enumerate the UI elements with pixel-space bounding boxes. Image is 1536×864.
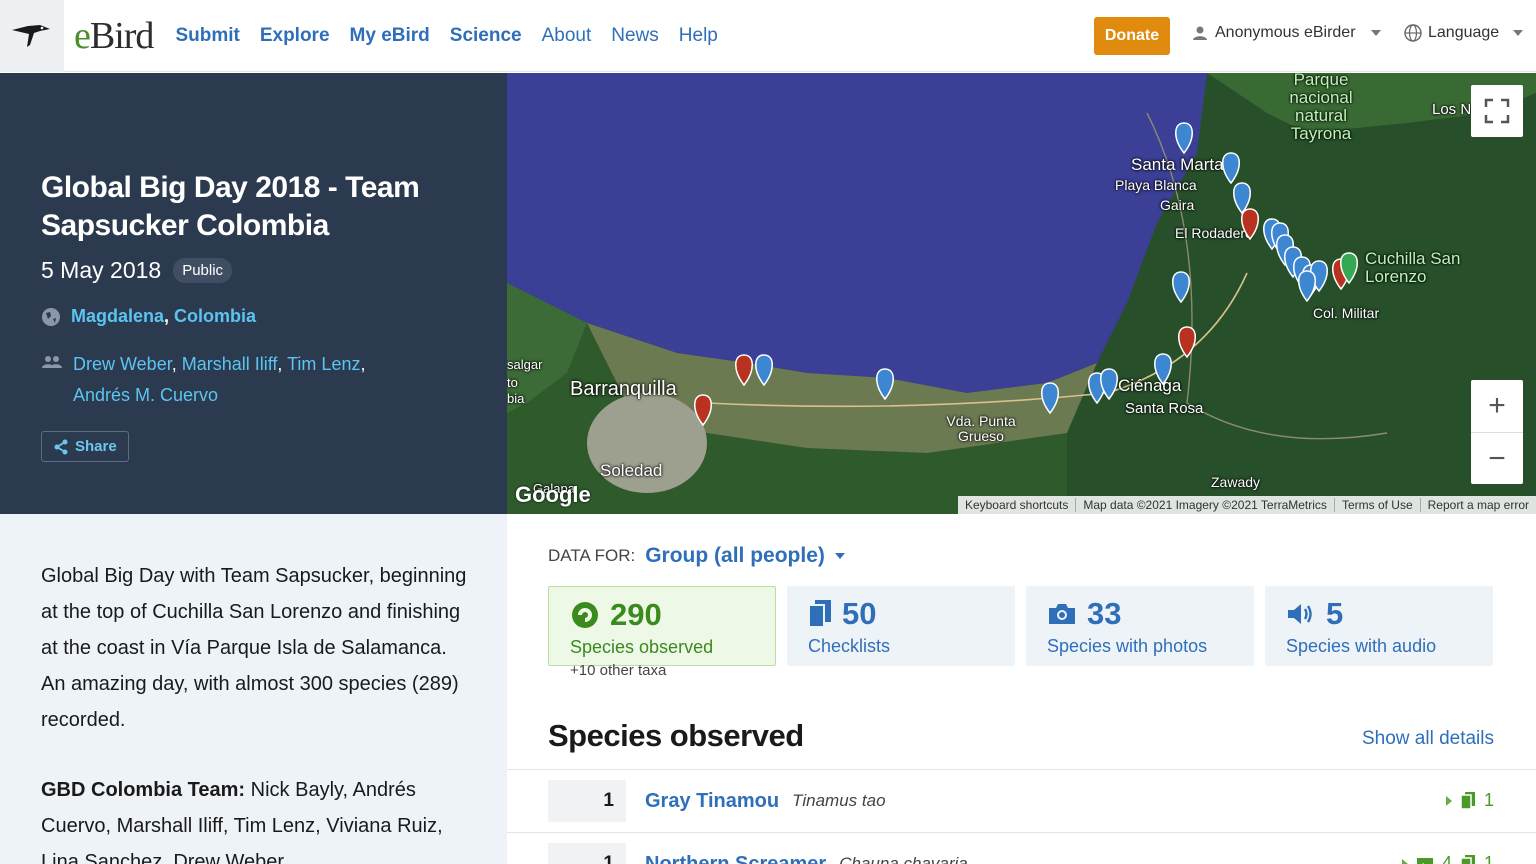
data-for-label: DATA FOR: [548, 546, 636, 565]
team-text: GBD Colombia Team: Nick Bayly, Andrés Cu… [41, 779, 443, 864]
terms-of-use-link[interactable]: Terms of Use [1335, 498, 1421, 512]
globe-icon [1404, 24, 1422, 42]
people-icon [42, 356, 62, 368]
nav-news[interactable]: News [611, 25, 659, 47]
main-nav: Submit Explore My eBird Science About Ne… [165, 25, 727, 47]
checklist-icon [808, 600, 831, 628]
google-logo: Google [515, 482, 591, 507]
checklist-count: 1 [1483, 853, 1494, 864]
donate-button[interactable]: Donate [1094, 17, 1170, 55]
language-label: Language [1428, 24, 1500, 41]
species-count: 1 [548, 843, 626, 864]
checklist-icon [1460, 854, 1475, 864]
description-text: Global Big Day with Team Sapsucker, begi… [41, 565, 467, 731]
participant-link[interactable]: Marshall Iliff [182, 354, 278, 374]
species-common-name[interactable]: Gray Tinamou [645, 790, 779, 813]
expand-icon[interactable] [1445, 795, 1452, 806]
nav-science[interactable]: Science [450, 25, 522, 47]
section-title: Species observed [548, 718, 804, 753]
nav-submit[interactable]: Submit [175, 25, 239, 47]
minus-icon: − [1488, 441, 1506, 475]
stat-species-with-photos[interactable]: 33 Species with photos [1026, 586, 1254, 666]
stat-checklists[interactable]: 50 Checklists [787, 586, 1015, 666]
chevron-down-icon [1370, 30, 1381, 36]
audio-icon [1288, 604, 1312, 624]
stats-tabs: 290 Species observed +10 other taxa 50 C… [548, 586, 1493, 679]
map-markers [694, 122, 1358, 426]
trip-description: Global Big Day with Team Sapsucker, begi… [0, 514, 507, 864]
species-row[interactable]: 1 Northern Screamer Chauna chavaria 4 1 [507, 833, 1536, 864]
map-attribution: Keyboard shortcuts Map data ©2021 Imager… [957, 496, 1536, 514]
species-scientific-name: Tinamus tao [792, 791, 886, 810]
location-region-link[interactable]: Magdalena [71, 306, 164, 326]
photo-icon [1416, 857, 1433, 864]
zoom-in-button[interactable]: + [1471, 380, 1523, 432]
photo-count: 4 [1441, 853, 1452, 864]
data-for-dropdown[interactable]: Group (all people) [645, 544, 825, 568]
nav-about[interactable]: About [542, 25, 592, 47]
user-icon [1193, 26, 1207, 40]
share-icon [54, 439, 68, 454]
location-country-link[interactable]: Colombia [174, 306, 256, 326]
species-icon [572, 602, 598, 628]
participants: Drew Weber, Marshall Iliff, Tim Lenz, An… [41, 349, 467, 411]
ebird-logo-icon[interactable] [0, 0, 64, 72]
share-button[interactable]: Share [41, 431, 129, 462]
user-name: Anonymous eBirder [1215, 24, 1356, 41]
user-menu[interactable]: Anonymous eBirder [1192, 24, 1381, 42]
zoom-out-button[interactable]: − [1471, 432, 1523, 484]
language-menu[interactable]: Language [1404, 24, 1524, 42]
page-title: Global Big Day 2018 - Team Sapsucker Col… [41, 171, 420, 242]
chevron-down-icon[interactable] [834, 553, 845, 559]
keyboard-shortcuts-link[interactable]: Keyboard shortcuts [958, 498, 1077, 512]
species-common-name[interactable]: Northern Screamer [645, 853, 826, 864]
stat-species-observed[interactable]: 290 Species observed +10 other taxa [548, 586, 776, 679]
checklist-count: 1 [1483, 790, 1494, 810]
plus-icon: + [1488, 389, 1506, 422]
nav-help[interactable]: Help [679, 25, 718, 47]
nav-my-ebird[interactable]: My eBird [350, 25, 430, 47]
trip-map[interactable]: Barranquilla Soledad Santa Marta Playa B… [507, 73, 1536, 514]
camera-icon [1049, 604, 1075, 624]
trip-hero-panel: Global Big Day 2018 - Team Sapsucker Col… [0, 73, 507, 514]
stat-species-with-audio[interactable]: 5 Species with audio [1265, 586, 1493, 666]
expand-icon[interactable] [1401, 858, 1408, 864]
report-map-error-link[interactable]: Report a map error [1421, 498, 1536, 512]
species-list: 1 Gray Tinamou Tinamus tao 1 1 Northern … [507, 769, 1536, 864]
top-navigation-bar: eBird Submit Explore My eBird Science Ab… [0, 0, 1536, 72]
participant-link[interactable]: Drew Weber [73, 354, 172, 374]
species-scientific-name: Chauna chavaria [839, 854, 968, 864]
map-data-credit: Map data ©2021 Imagery ©2021 TerraMetric… [1076, 498, 1335, 512]
participant-link[interactable]: Andrés M. Cuervo [73, 385, 218, 405]
trip-date: 5 May 2018 [41, 257, 162, 283]
nav-explore[interactable]: Explore [260, 25, 330, 47]
zoom-controls: + − [1471, 380, 1523, 484]
trip-data-panel: DATA FOR: Group (all people) 290 Species… [507, 514, 1536, 864]
chevron-down-icon [1513, 30, 1524, 36]
visibility-badge: Public [173, 258, 233, 283]
species-row[interactable]: 1 Gray Tinamou Tinamus tao 1 [507, 770, 1536, 833]
fullscreen-icon [1484, 98, 1510, 124]
show-all-details-link[interactable]: Show all details [1362, 728, 1494, 750]
fullscreen-button[interactable] [1471, 85, 1523, 137]
data-for-selector: DATA FOR: Group (all people) [548, 544, 845, 568]
species-count: 1 [548, 780, 626, 822]
checklist-icon [1460, 791, 1475, 810]
globe-location-icon [42, 307, 60, 326]
participant-link[interactable]: Tim Lenz [287, 354, 360, 374]
brand-logo[interactable]: eBird [74, 14, 154, 58]
